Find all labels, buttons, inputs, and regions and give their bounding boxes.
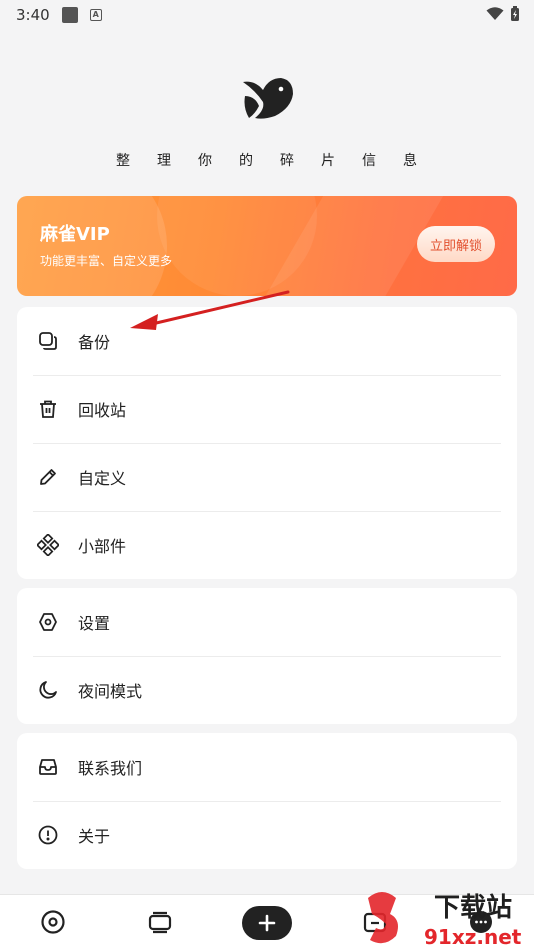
menu-item-contact[interactable]: 联系我们 bbox=[17, 733, 517, 801]
vip-banner[interactable]: 麻雀VIP 功能更丰富、自定义更多 立即解锁 bbox=[17, 196, 517, 296]
folder-icon bbox=[363, 912, 387, 933]
trash-icon bbox=[37, 398, 59, 420]
menu-item-label: 联系我们 bbox=[78, 759, 143, 778]
info-icon bbox=[37, 824, 59, 846]
inbox-icon bbox=[37, 756, 59, 778]
menu-item-widgets[interactable]: 小部件 bbox=[17, 511, 517, 579]
app-notification-icon: A bbox=[89, 9, 102, 21]
menu-item-settings[interactable]: 设置 bbox=[17, 588, 517, 656]
menu-item-label: 设置 bbox=[78, 614, 111, 633]
menu-item-label: 备份 bbox=[78, 333, 111, 352]
status-bar: 3:40 A bbox=[0, 0, 534, 30]
moon-icon bbox=[37, 679, 59, 701]
nav-cards[interactable] bbox=[145, 907, 175, 937]
record-icon bbox=[41, 910, 65, 934]
battery-icon bbox=[511, 6, 519, 21]
backup-copy-icon bbox=[37, 330, 59, 352]
nav-record[interactable] bbox=[38, 907, 68, 937]
widgets-icon bbox=[37, 534, 59, 556]
notification-icon bbox=[61, 7, 78, 23]
chat-icon bbox=[470, 911, 492, 933]
settings-icon bbox=[37, 611, 59, 633]
menu-item-customize[interactable]: 自定义 bbox=[17, 443, 517, 511]
menu-group-about: 联系我们 关于 bbox=[17, 733, 517, 869]
unlock-vip-button[interactable]: 立即解锁 bbox=[417, 226, 495, 262]
vip-title: 麻雀VIP bbox=[40, 224, 110, 245]
app-slogan: 整理你的碎片信息 bbox=[116, 153, 444, 169]
cards-icon bbox=[148, 911, 172, 934]
nav-add-button[interactable] bbox=[242, 906, 292, 940]
nav-chat[interactable] bbox=[466, 907, 496, 937]
menu-item-label: 小部件 bbox=[78, 537, 127, 556]
pencil-icon bbox=[37, 466, 59, 488]
menu-group-settings: 设置 夜间模式 bbox=[17, 588, 517, 724]
vip-subtitle: 功能更丰富、自定义更多 bbox=[40, 254, 173, 268]
app-logo bbox=[243, 78, 293, 119]
menu-item-trash[interactable]: 回收站 bbox=[17, 375, 517, 443]
menu-item-label: 回收站 bbox=[78, 401, 127, 420]
nav-folder[interactable] bbox=[360, 907, 390, 937]
menu-item-label: 关于 bbox=[78, 827, 111, 846]
menu-item-about[interactable]: 关于 bbox=[17, 801, 517, 869]
bottom-nav bbox=[0, 894, 534, 950]
menu-item-label: 自定义 bbox=[78, 469, 127, 488]
banner-decoration bbox=[17, 196, 167, 296]
wifi-icon bbox=[486, 7, 504, 20]
menu-item-night-mode[interactable]: 夜间模式 bbox=[17, 656, 517, 724]
add-icon bbox=[258, 914, 276, 932]
status-time: 3:40 bbox=[16, 6, 50, 24]
menu-item-label: 夜间模式 bbox=[78, 682, 143, 701]
menu-item-backup[interactable]: 备份 bbox=[17, 307, 517, 375]
menu-group-main: 备份 回收站 自定义 小部件 bbox=[17, 307, 517, 579]
